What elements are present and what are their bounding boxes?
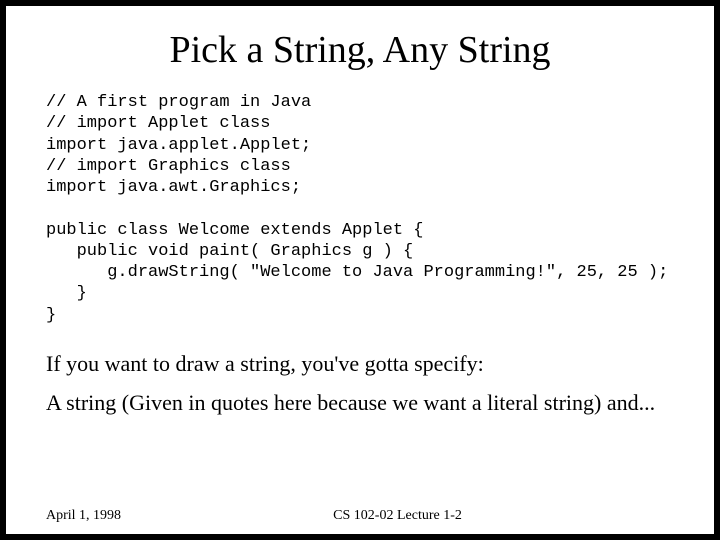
slide-title: Pick a String, Any String [46,28,674,72]
code-line: public void paint( Graphics g ) { [46,242,413,261]
code-line: } [46,306,56,325]
code-line: public class Welcome extends Applet { [46,221,423,240]
body-paragraph-2: A string (Given in quotes here because w… [46,389,674,417]
code-line: // import Applet class [46,114,270,133]
code-line: // A first program in Java [46,93,311,112]
code-block: // A first program in Java // import App… [46,92,674,326]
code-line: g.drawString( "Welcome to Java Programmi… [46,263,668,282]
body-paragraph-1: If you want to draw a string, you've got… [46,350,674,378]
footer-date: April 1, 1998 [46,508,121,524]
code-line: import java.applet.Applet; [46,136,311,155]
code-line: // import Graphics class [46,157,291,176]
code-line: } [46,284,87,303]
footer: April 1, 1998 CS 102-02 Lecture 1-2 [46,508,674,524]
code-line: import java.awt.Graphics; [46,178,301,197]
footer-center: CS 102-02 Lecture 1-2 [121,508,674,524]
slide: Pick a String, Any String // A first pro… [0,0,720,540]
